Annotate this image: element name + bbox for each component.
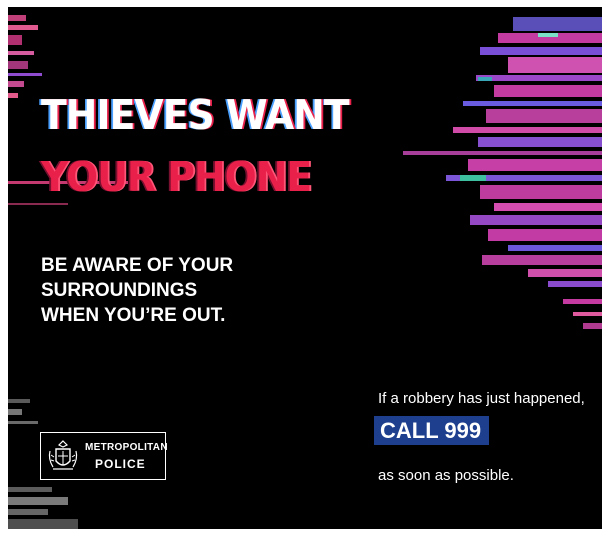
cta-tail-text: as soon as possible. [378,467,514,484]
headline-line-1: THIEVES WANT [41,91,350,139]
poster: THIEVES WANT YOUR PHONE BE AWARE OF YOUR… [8,7,602,529]
police-crest-icon [48,440,78,470]
advice-line-2: SURROUNDINGS [41,280,198,301]
cta-lead-text: If a robbery has just happened, [378,390,585,407]
metropolitan-police-logo: METROPOLITAN POLICE [40,432,168,480]
headline-line-2: YOUR PHONE [41,153,312,201]
advice-line-1: BE AWARE OF YOUR [41,255,234,276]
call-999-badge: CALL 999 [374,416,490,445]
logo-text-police: POLICE [95,457,146,471]
advice-line-3: WHEN YOU’RE OUT. [41,305,226,326]
logo-text-metropolitan: METROPOLITAN [85,442,168,453]
